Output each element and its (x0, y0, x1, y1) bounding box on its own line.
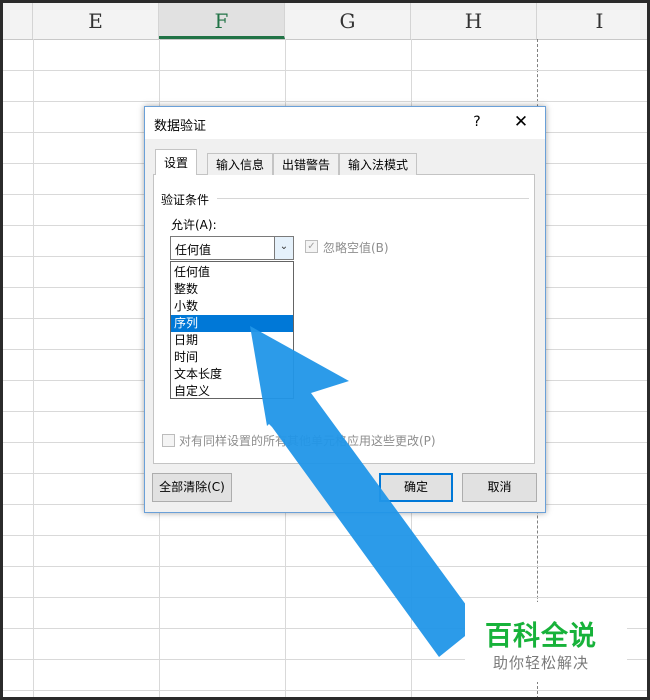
watermark-badge: 百科全说 助你轻松解决 (465, 602, 627, 682)
tab-settings[interactable]: 设置 (155, 149, 198, 175)
apply-all-checkbox[interactable] (162, 434, 175, 447)
grid-row-line (3, 690, 647, 691)
dropdown-option-time[interactable]: 时间 (171, 349, 293, 366)
tab-error-alert[interactable]: 出错警告 (273, 153, 340, 175)
ignore-blank-label: 忽略空值(B) (323, 241, 389, 255)
column-header-g[interactable]: G (285, 3, 411, 39)
grid-row-line (3, 535, 647, 536)
dialog-titlebar[interactable]: 数据验证 ? ✕ (145, 107, 545, 139)
clear-all-button[interactable]: 全部清除(C) (152, 473, 232, 502)
data-validation-dialog: 数据验证 ? ✕ 设置 输入信息 出错警告 输入法模式 验证条件 允许(A): … (144, 106, 546, 513)
column-header-partial[interactable] (3, 3, 33, 39)
grid-row-line (3, 597, 647, 598)
column-header-i[interactable]: I (537, 3, 647, 39)
allow-select-value: 任何值 (175, 243, 212, 257)
column-header-e[interactable]: E (33, 3, 159, 39)
grid-row-line (3, 566, 647, 567)
validation-criteria-label: 验证条件 (161, 193, 210, 207)
allow-label: 允许(A): (171, 218, 217, 232)
grid-row-line (3, 101, 647, 102)
grid-column-line (33, 39, 34, 697)
chevron-down-icon[interactable]: ⌄ (274, 237, 293, 259)
dropdown-option-custom[interactable]: 自定义 (171, 383, 293, 400)
apply-all-label: 对有同样设置的所有其他单元格应用这些更改(P) (179, 434, 436, 448)
dropdown-option-whole-number[interactable]: 整数 (171, 281, 293, 298)
tab-ime-mode[interactable]: 输入法模式 (339, 153, 418, 175)
dropdown-option-list[interactable]: 序列 (171, 315, 293, 332)
dropdown-option-decimal[interactable]: 小数 (171, 298, 293, 315)
allow-dropdown-list: 任何值 整数 小数 序列 日期 时间 文本长度 自定义 (170, 261, 294, 399)
screenshot-frame: E F G H I 数据验证 ? ✕ 设置 输入信息 出错警告 输入法模式 验证… (0, 0, 650, 700)
group-divider (217, 198, 529, 199)
ignore-blank-checkbox[interactable]: ✓ (305, 240, 318, 253)
dialog-title: 数据验证 (154, 119, 207, 134)
allow-select[interactable]: 任何值 ⌄ (170, 236, 294, 260)
dropdown-option-text-length[interactable]: 文本长度 (171, 366, 293, 383)
close-button[interactable]: ✕ (509, 111, 533, 133)
dropdown-option-any-value[interactable]: 任何值 (171, 264, 293, 281)
ok-button[interactable]: 确定 (379, 473, 453, 502)
tab-input-message[interactable]: 输入信息 (207, 153, 274, 175)
help-button[interactable]: ? (467, 112, 487, 132)
dropdown-option-date[interactable]: 日期 (171, 332, 293, 349)
grid-row-line (3, 70, 647, 71)
column-header-f[interactable]: F (159, 3, 285, 39)
column-header-row: E F G H I (3, 3, 647, 40)
watermark-subtitle: 助你轻松解决 (493, 654, 590, 672)
column-header-h[interactable]: H (411, 3, 537, 39)
watermark-title: 百科全说 (485, 621, 597, 652)
cancel-button[interactable]: 取消 (462, 473, 537, 502)
